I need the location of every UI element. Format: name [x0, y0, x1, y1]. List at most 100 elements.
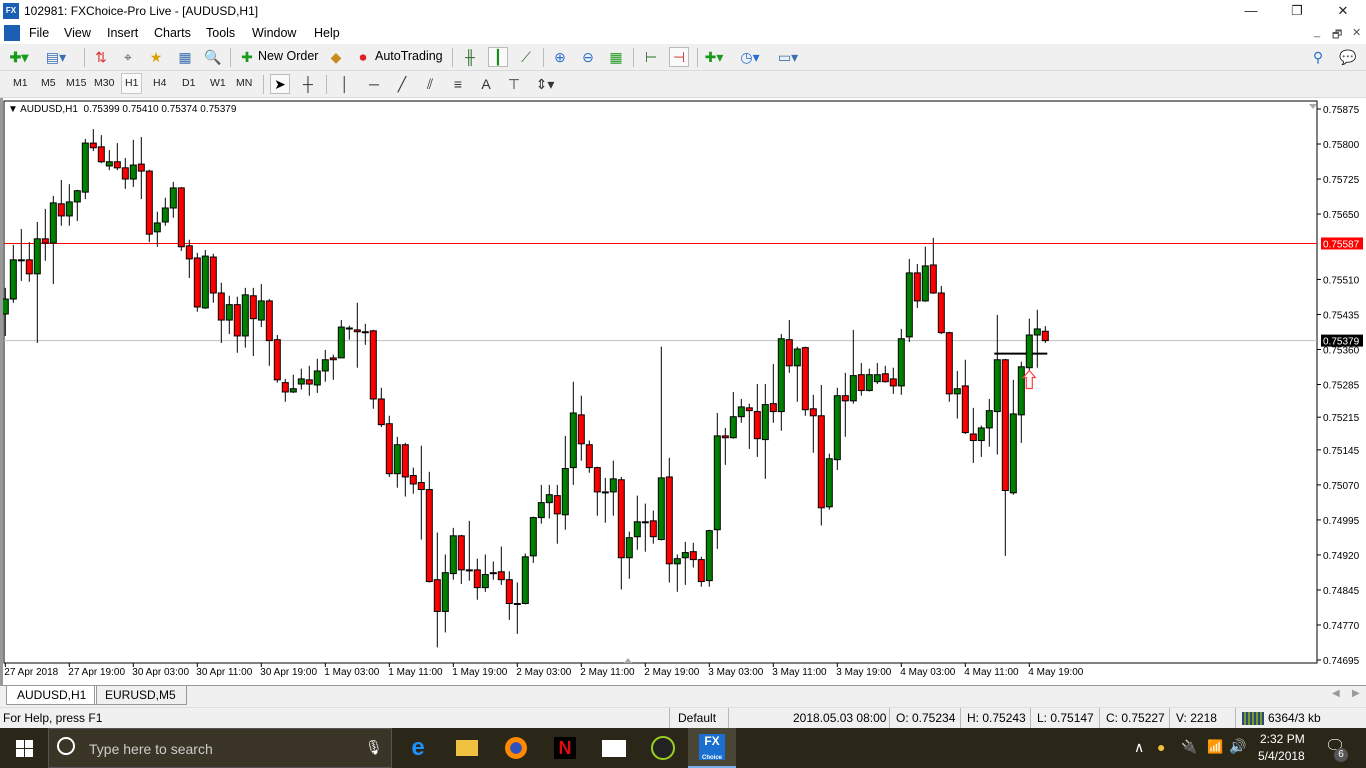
search-icon[interactable]: ⚲ [1308, 47, 1328, 67]
clock-time[interactable]: 2:32 PM [1260, 732, 1305, 746]
auto-scroll-icon[interactable]: ⊢ [641, 47, 661, 67]
line-chart-icon[interactable]: ⟋ [516, 47, 536, 67]
chart-ohlc: 0.75399 0.75410 0.75374 0.75379 [83, 104, 237, 115]
taskbar-netflix[interactable]: N [541, 728, 589, 768]
mdi-restore-button[interactable]: 🗗 [1332, 26, 1342, 45]
new-chart-icon[interactable]: ✚▾ [9, 47, 29, 67]
taskbar-fxchoice[interactable]: FX Choice [688, 728, 736, 768]
candle [801, 346, 809, 416]
chat-icon[interactable]: 💬 [1338, 47, 1358, 67]
navigator-icon[interactable]: ★ [146, 47, 166, 67]
bar-chart-icon[interactable]: ╫ [460, 47, 480, 67]
new-order-icon[interactable]: ✚ [237, 47, 257, 67]
menu-insert[interactable]: Insert [107, 26, 138, 40]
chart-shift-icon[interactable]: ⊣ [669, 47, 689, 67]
timeframe-mn[interactable]: MN [236, 77, 252, 89]
menu-window[interactable]: Window [252, 26, 296, 40]
profiles-icon[interactable]: ▤▾ [46, 47, 66, 67]
equidistant-channel-icon[interactable]: ⫽ [420, 74, 440, 94]
price-chart[interactable]: 0.75875 0.75800 0.75725 0.75650 0.75510 0.754… [3, 98, 1366, 685]
bull-candle-body [9, 259, 17, 300]
taskbar-file-explorer[interactable] [443, 728, 491, 768]
indicators-icon[interactable]: ✚▾ [704, 47, 724, 67]
timeframe-h4[interactable]: H4 [153, 77, 166, 89]
show-hidden-icons[interactable]: ∧ [1134, 739, 1144, 756]
cursor-icon[interactable]: ➤ [270, 74, 290, 94]
mdi-close-button[interactable]: ✕ [1352, 26, 1361, 39]
search-box[interactable]: Type here to search 🎙 [48, 728, 392, 768]
taskbar-mail[interactable] [590, 728, 638, 768]
data-window-icon[interactable]: ⌖ [118, 47, 138, 67]
bear-candle-body [193, 257, 201, 308]
mail-icon [602, 739, 626, 757]
horizontal-line-icon[interactable]: ─ [364, 74, 384, 94]
maximize-button[interactable]: ❐ [1274, 0, 1320, 22]
bull-candle-body [289, 388, 297, 393]
start-button[interactable] [0, 728, 48, 768]
candlestick-chart-icon[interactable]: ┃ [488, 47, 508, 67]
new-order-button[interactable]: New Order [258, 49, 318, 63]
market-watch-icon[interactable]: ⇅ [91, 47, 111, 67]
tile-windows-icon[interactable]: ▦ [606, 47, 626, 67]
crosshair-icon[interactable]: ┼ [298, 74, 318, 94]
zoom-out-icon[interactable]: ⊖ [578, 47, 598, 67]
bear-candle-body [457, 535, 465, 571]
bull-candle-body [537, 502, 545, 519]
taskbar-edge[interactable]: e [394, 728, 442, 768]
trendline-icon[interactable]: ╱ [392, 74, 412, 94]
text-label-icon[interactable]: ⊤ [504, 74, 524, 94]
volume-icon[interactable]: 🔊 [1229, 738, 1246, 755]
periods-icon[interactable]: ◷▾ [740, 47, 760, 67]
timeframe-d1[interactable]: D1 [182, 77, 195, 89]
close-button[interactable]: ✕ [1320, 0, 1366, 22]
mdi-minimize-button[interactable]: _ [1314, 26, 1320, 38]
autotrading-icon[interactable]: ⏺ [353, 47, 373, 67]
time-tick-label: 27 Apr 19:00 [68, 667, 125, 678]
menu-file[interactable]: File [29, 26, 49, 40]
tab-audusd-h1[interactable]: AUDUSD,H1 [6, 686, 98, 705]
timeframe-m1[interactable]: M1 [13, 77, 28, 89]
timeframe-h1[interactable]: H1 [121, 73, 143, 94]
tabs-scroll-right-icon[interactable]: ▶ [1352, 688, 1360, 699]
minimize-button[interactable]: — [1228, 0, 1274, 22]
autotrading-button[interactable]: AutoTrading [375, 49, 443, 63]
power-icon[interactable]: 🔌 [1181, 739, 1197, 755]
tabs-scroll-left-icon[interactable]: ◀ [1332, 688, 1340, 699]
bull-candle-body [297, 378, 305, 385]
menu-charts[interactable]: Charts [154, 26, 191, 40]
templates-icon[interactable]: ▭▾ [778, 47, 798, 67]
timeframe-m5[interactable]: M5 [41, 77, 56, 89]
tab-eurusd-m5[interactable]: EURUSD,M5 [94, 686, 187, 705]
bear-candle-body [145, 170, 153, 235]
menu-tools[interactable]: Tools [206, 26, 235, 40]
microphone-icon[interactable]: 🎙 [365, 739, 383, 756]
vertical-line-icon[interactable]: │ [335, 74, 355, 94]
connection-status-icon[interactable] [1242, 712, 1264, 725]
wifi-icon[interactable]: 📶 [1207, 739, 1223, 755]
chart-window[interactable]: 0.75875 0.75800 0.75725 0.75650 0.75510 0.754… [0, 98, 1366, 685]
bear-candle-body [641, 521, 649, 524]
arrows-icon[interactable]: ⇕▾ [535, 74, 555, 94]
terminal-icon[interactable]: ▦ [175, 47, 195, 67]
folder-icon [456, 740, 478, 756]
timeframe-m30[interactable]: M30 [94, 77, 114, 89]
zoom-in-icon[interactable]: ⊕ [550, 47, 570, 67]
bear-candle-body [345, 327, 353, 330]
collapse-triangle-icon[interactable]: ▼ [8, 104, 20, 115]
text-icon[interactable]: A [476, 74, 496, 94]
menu-help[interactable]: Help [314, 26, 340, 40]
metaeditor-icon[interactable]: ◆ [326, 47, 346, 67]
taskbar-firefox[interactable] [492, 728, 540, 768]
fibonacci-icon[interactable]: ≡ [448, 74, 468, 94]
status-help: For Help, press F1 [3, 711, 103, 725]
bull-candle-body [609, 478, 617, 493]
menu-view[interactable]: View [64, 26, 91, 40]
timeframe-m15[interactable]: M15 [66, 77, 86, 89]
security-tray-icon[interactable]: ● [1157, 739, 1165, 755]
bull-candle-body [49, 202, 57, 244]
strategy-tester-icon[interactable]: 🔍 [203, 47, 223, 67]
clock-date[interactable]: 5/4/2018 [1258, 749, 1305, 763]
bear-candle-body [601, 491, 609, 494]
taskbar-app-n[interactable] [639, 728, 687, 768]
timeframe-w1[interactable]: W1 [210, 77, 226, 89]
